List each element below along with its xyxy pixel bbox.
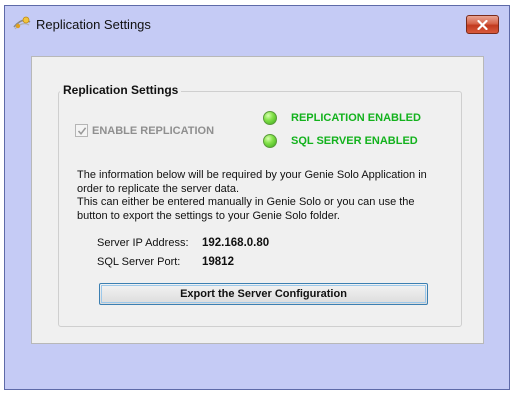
dialog-content: Replication Settings ENABLE REPLICATION … bbox=[31, 56, 484, 344]
replication-app-icon bbox=[13, 16, 31, 32]
checkbox-box[interactable] bbox=[75, 124, 88, 137]
window-title: Replication Settings bbox=[36, 17, 151, 32]
green-status-led-icon bbox=[263, 111, 277, 125]
server-ip-value: 192.168.0.80 bbox=[202, 237, 270, 249]
replication-status: REPLICATION ENABLED bbox=[263, 111, 421, 125]
replication-status-label: REPLICATION ENABLED bbox=[291, 112, 421, 124]
close-button[interactable] bbox=[466, 15, 499, 34]
checkmark-icon bbox=[77, 127, 87, 136]
enable-replication-label: ENABLE REPLICATION bbox=[92, 124, 215, 137]
green-status-led-icon bbox=[263, 134, 277, 148]
dialog-window: Replication Settings Replication Setting… bbox=[4, 5, 510, 390]
export-configuration-button[interactable]: Export the Server Configuration bbox=[99, 283, 428, 305]
info-paragraph-1: The information below will be required b… bbox=[77, 169, 427, 195]
close-x-icon bbox=[477, 19, 488, 30]
info-paragraph-2: This can either be entered manually in G… bbox=[77, 196, 415, 222]
info-text: The information below will be required b… bbox=[77, 169, 447, 223]
enable-replication-checkbox[interactable]: ENABLE REPLICATION bbox=[75, 124, 214, 137]
sql-server-status: SQL SERVER ENABLED bbox=[263, 134, 418, 148]
title-bar[interactable]: Replication Settings bbox=[5, 6, 509, 43]
group-title: Replication Settings bbox=[60, 83, 182, 97]
sql-server-status-label: SQL SERVER ENABLED bbox=[291, 135, 418, 147]
sql-port-value: 19812 bbox=[202, 256, 234, 268]
server-ip-label: Server IP Address: bbox=[97, 237, 189, 249]
sql-port-label: SQL Server Port: bbox=[97, 256, 181, 268]
